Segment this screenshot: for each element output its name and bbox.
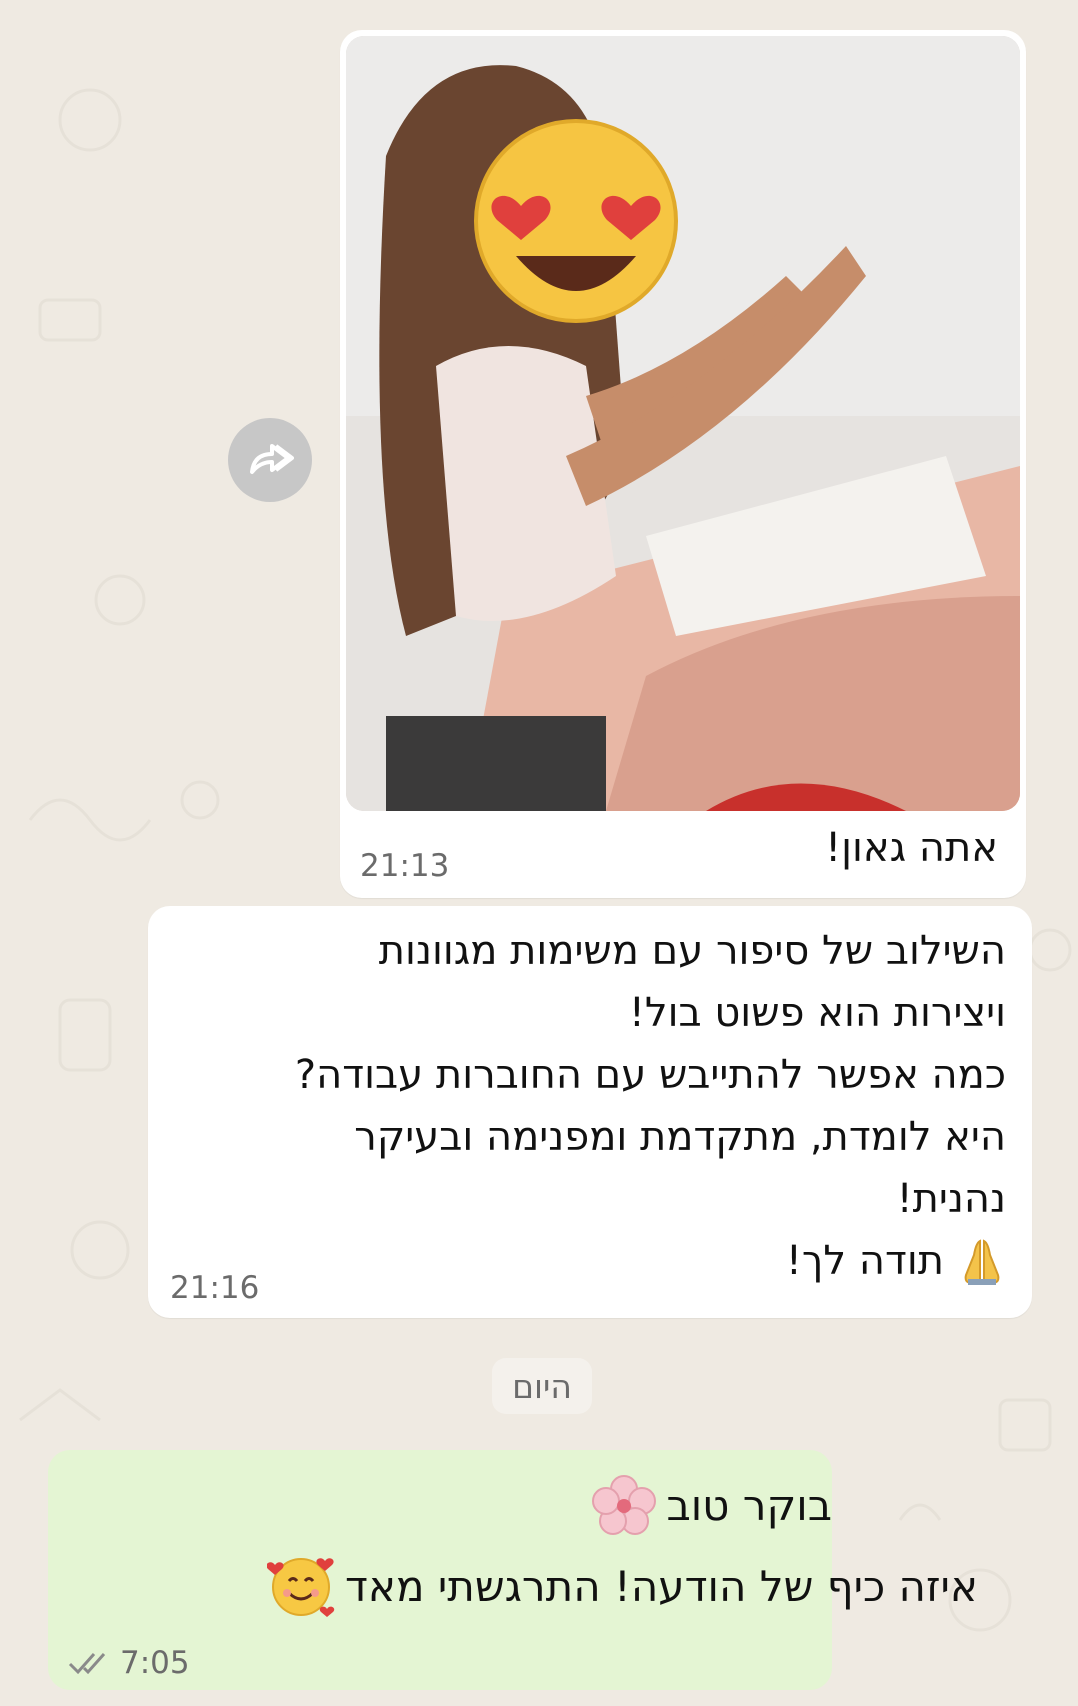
- praying-hands-icon: [964, 1239, 1000, 1285]
- message-timestamp: 21:16: [170, 1270, 260, 1306]
- incoming-image-message[interactable]: אתה גאון! 21:13: [340, 30, 1026, 898]
- message-timestamp: 21:13: [360, 848, 450, 884]
- incoming-text-message[interactable]: השילוב של סיפור עם משימות מגוונות ויצירו…: [148, 906, 1032, 1318]
- smiling-face-with-hearts-icon: [266, 1558, 335, 1617]
- outgoing-line-1: בוקר טוב: [592, 1475, 832, 1535]
- forward-icon: [250, 444, 294, 474]
- double-check-icon: [68, 1653, 106, 1675]
- message-body: השילוב של סיפור עם משימות מגוונות ויצירו…: [295, 920, 1006, 1292]
- outgoing-line-text: בוקר טוב: [666, 1480, 832, 1530]
- message-timestamp: 7:05: [120, 1645, 190, 1681]
- message-line: היא לומדת, מתקדמת ומפנימה ובעיקר: [354, 1114, 1006, 1160]
- message-line: נהנית!: [896, 1176, 1006, 1222]
- message-line: כמה אפשר להתייבש עם החוברות עבודה?: [294, 1052, 1006, 1098]
- shared-photo[interactable]: [346, 36, 1020, 811]
- message-line-thanks: תודה לך!: [295, 1230, 1006, 1292]
- outgoing-line-2: איזה כיף של הודעה! התרגשתי מאד: [266, 1553, 978, 1619]
- message-line: ויצירות הוא פשוט בול!: [628, 990, 1006, 1036]
- outgoing-line-text: איזה כיף של הודעה! התרגשתי מאד: [344, 1561, 978, 1611]
- outgoing-timestamp-group: 7:05: [68, 1645, 190, 1681]
- image-caption: אתה גאון!: [825, 825, 998, 871]
- cherry-blossom-icon: [592, 1475, 657, 1535]
- message-line: השילוב של סיפור עם משימות מגוונות: [378, 928, 1006, 974]
- forward-button[interactable]: [228, 418, 312, 502]
- message-line: תודה לך!: [785, 1238, 944, 1284]
- date-separator: היום: [492, 1358, 592, 1414]
